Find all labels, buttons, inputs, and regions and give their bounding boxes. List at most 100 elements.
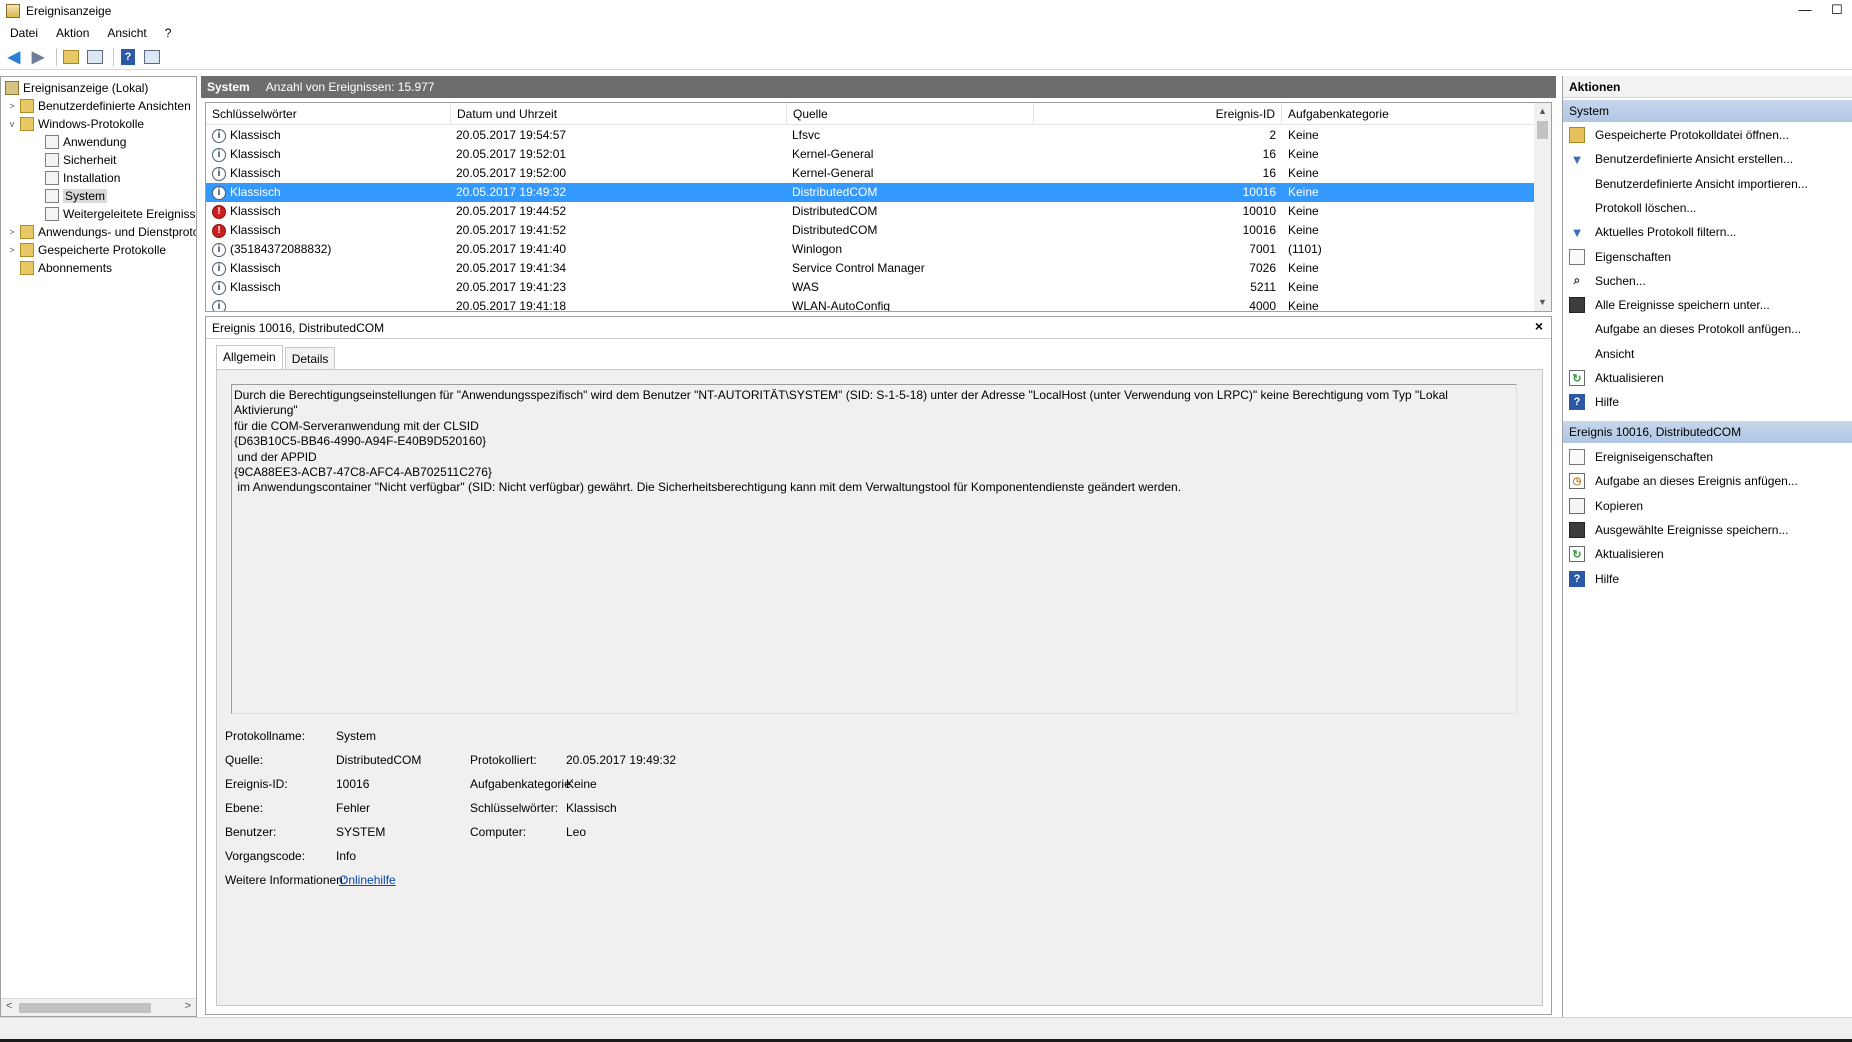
back-icon[interactable]: ◀ xyxy=(4,47,24,67)
cell-category: Keine xyxy=(1288,166,1319,180)
action-item[interactable]: Aufgabe an dieses Protokoll anfügen... xyxy=(1563,318,1852,340)
scrollbar-thumb[interactable] xyxy=(19,1003,151,1013)
table-row[interactable]: i Klassisch 20.05.2017 19:52:01 Kernel-Gene… xyxy=(206,145,1534,164)
menu-help[interactable]: ? xyxy=(165,26,172,40)
column-header-source[interactable]: Quelle xyxy=(787,103,1034,125)
action-item[interactable]: ? Hilfe xyxy=(1563,568,1852,590)
scroll-up-icon[interactable]: ▲ xyxy=(1534,103,1551,120)
cell-category: Keine xyxy=(1288,261,1319,275)
table-row[interactable]: i (35184372088832) 20.05.2017 19:41:40 Winl… xyxy=(206,240,1534,259)
tree-item-system[interactable]: System xyxy=(45,187,108,205)
folder-icon xyxy=(20,117,34,131)
table-row[interactable]: i Klassisch 20.05.2017 19:41:34 Service Con… xyxy=(206,259,1534,278)
expand-icon[interactable]: > xyxy=(7,245,17,255)
action-label: Ereigniseigenschaften xyxy=(1595,450,1714,464)
cell-category: Keine xyxy=(1288,147,1319,161)
tab-details[interactable]: Details xyxy=(284,347,336,369)
action-label: Alle Ereignisse speichern unter... xyxy=(1595,298,1770,313)
tree-item-custom-views[interactable]: > Benutzerdefinierte Ansichten xyxy=(7,97,191,115)
collapse-icon[interactable]: v xyxy=(7,119,17,129)
column-header-event-id[interactable]: Ereignis-ID xyxy=(1034,103,1282,125)
table-row[interactable]: i Klassisch 20.05.2017 19:54:57 Lfsvc 2 Keine xyxy=(206,126,1534,145)
cell-datetime: 20.05.2017 19:52:00 xyxy=(456,166,567,180)
action-item[interactable]: Protokoll löschen... xyxy=(1563,197,1852,219)
grid-vertical-scrollbar[interactable]: ▲ ▼ xyxy=(1534,103,1551,311)
log-icon xyxy=(45,189,59,203)
tree-item-subscriptions[interactable]: Abonnements xyxy=(20,259,112,277)
action-item[interactable]: Kopieren xyxy=(1563,495,1852,517)
action-item[interactable]: Ansicht xyxy=(1563,343,1852,365)
forward-icon[interactable]: ▶ xyxy=(28,47,48,67)
properties-panel-icon[interactable] xyxy=(142,47,162,67)
scroll-left-icon[interactable]: < xyxy=(6,1000,12,1012)
menu-bar: Datei Aktion Ansicht ? xyxy=(0,22,1852,44)
expand-icon[interactable]: > xyxy=(7,227,17,237)
action-item[interactable]: ⌕ Suchen... xyxy=(1563,270,1852,292)
cell-datetime: 20.05.2017 19:41:18 xyxy=(456,299,567,312)
action-item[interactable]: Ausgewählte Ereignisse speichern... xyxy=(1563,519,1852,541)
cell-source: DistributedCOM xyxy=(792,223,878,237)
scroll-right-icon[interactable]: > xyxy=(185,1000,191,1012)
close-icon[interactable]: × xyxy=(1535,318,1543,334)
up-folder-icon[interactable] xyxy=(61,47,81,67)
actions-section-event[interactable]: Ereignis 10016, DistributedCOM xyxy=(1563,421,1852,443)
table-row[interactable]: i Klassisch 20.05.2017 19:41:23 WAS 5211 Kein… xyxy=(206,278,1534,297)
tree-horizontal-scrollbar[interactable]: < > xyxy=(1,998,196,1016)
event-message[interactable]: Durch die Berechtigungseinstellungen für… xyxy=(231,384,1517,714)
column-header-datetime[interactable]: Datum und Uhrzeit xyxy=(451,103,787,125)
action-item[interactable]: ↻ Aktualisieren xyxy=(1563,367,1852,389)
expand-icon[interactable]: > xyxy=(7,101,17,111)
column-header-keywords[interactable]: Schlüsselwörter xyxy=(206,103,451,125)
actions-section-system[interactable]: System xyxy=(1563,100,1852,122)
tree-item-anwendung[interactable]: Anwendung xyxy=(45,133,126,151)
table-row[interactable]: i Klassisch 20.05.2017 19:49:32 Distributed… xyxy=(206,183,1534,202)
log-icon xyxy=(45,171,59,185)
tree-item-app-service-logs[interactable]: > Anwendungs- und Dienstprotokolle xyxy=(7,223,196,241)
tree-item-label: Anwendungs- und Dienstprotokolle xyxy=(38,225,196,239)
action-item[interactable]: Benutzerdefinierte Ansicht importieren..… xyxy=(1563,173,1852,195)
tree-item-windows-logs[interactable]: v Windows-Protokolle xyxy=(7,115,144,133)
cell-event-id: 10010 xyxy=(1242,204,1276,218)
window-title: Ereignisanzeige xyxy=(26,4,112,18)
help-icon[interactable]: ? xyxy=(118,47,138,67)
action-item[interactable]: ◷ Aufgabe an dieses Ereignis anfügen... xyxy=(1563,470,1852,492)
properties-icon xyxy=(1569,449,1585,465)
error-icon: ! xyxy=(212,205,226,219)
tree-item-forwarded-events[interactable]: Weitergeleitete Ereignisse xyxy=(45,205,196,223)
tree-item-sicherheit[interactable]: Sicherheit xyxy=(45,151,116,169)
tree-item-saved-logs[interactable]: > Gespeicherte Protokolle xyxy=(7,241,166,259)
menu-aktion[interactable]: Aktion xyxy=(56,26,89,40)
action-item[interactable]: Alle Ereignisse speichern unter... xyxy=(1563,294,1852,316)
show-hide-tree-icon[interactable] xyxy=(85,47,105,67)
save-icon xyxy=(1569,521,1585,538)
table-row[interactable]: ! Klassisch 20.05.2017 19:44:52 Distributed… xyxy=(206,202,1534,221)
cell-category: Keine xyxy=(1288,280,1319,294)
maximize-icon[interactable]: ☐ xyxy=(1822,0,1852,22)
info-icon: i xyxy=(212,281,226,295)
scroll-down-icon[interactable]: ▼ xyxy=(1534,294,1551,311)
tree-item-root[interactable]: Ereignisanzeige (Lokal) xyxy=(5,79,148,97)
table-row[interactable]: i 20.05.2017 19:41:18 WLAN-AutoConfig 4000 K… xyxy=(206,297,1534,312)
action-item[interactable]: ↻ Aktualisieren xyxy=(1563,543,1852,565)
online-help-link[interactable]: Onlinehilfe xyxy=(339,873,396,887)
action-item[interactable]: Gespeicherte Protokolldatei öffnen... xyxy=(1563,124,1852,146)
menu-datei[interactable]: Datei xyxy=(10,26,38,40)
menu-ansicht[interactable]: Ansicht xyxy=(107,26,146,40)
cell-datetime: 20.05.2017 19:44:52 xyxy=(456,204,567,218)
action-item[interactable]: ▼ Aktuelles Protokoll filtern... xyxy=(1563,221,1852,243)
action-label: Ansicht xyxy=(1595,346,1635,361)
cell-event-id: 2 xyxy=(1269,128,1276,142)
error-icon: ! xyxy=(212,224,226,238)
minimize-icon[interactable]: — xyxy=(1790,0,1820,22)
action-item[interactable]: ? Hilfe xyxy=(1563,391,1852,413)
action-item[interactable]: ▼ Benutzerdefinierte Ansicht erstellen... xyxy=(1563,148,1852,170)
table-row[interactable]: ! Klassisch 20.05.2017 19:41:52 Distributed… xyxy=(206,221,1534,240)
tab-allgemein[interactable]: Allgemein xyxy=(216,345,283,369)
action-item[interactable]: Eigenschaften xyxy=(1563,246,1852,268)
column-header-category[interactable]: Aufgabenkategorie xyxy=(1282,103,1534,125)
scrollbar-thumb[interactable] xyxy=(1537,121,1548,139)
cell-category: Keine xyxy=(1288,299,1319,312)
action-item[interactable]: Ereigniseigenschaften xyxy=(1563,446,1852,468)
tree-item-installation[interactable]: Installation xyxy=(45,169,120,187)
table-row[interactable]: i Klassisch 20.05.2017 19:52:00 Kernel-Gene… xyxy=(206,164,1534,183)
